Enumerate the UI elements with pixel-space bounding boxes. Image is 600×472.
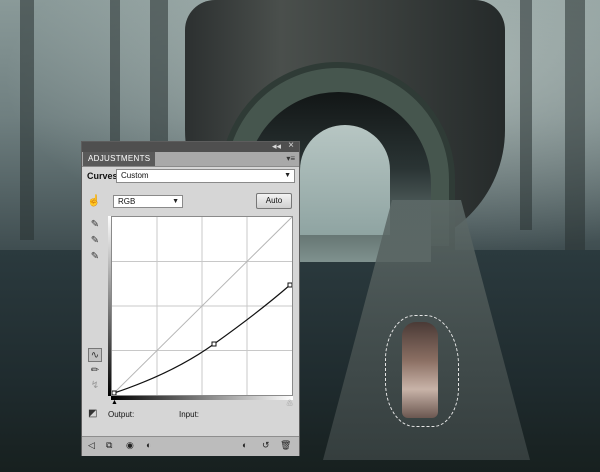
curves-svg (112, 217, 292, 395)
auto-button[interactable]: Auto (256, 193, 292, 209)
panel-bottom-bar: ◁ ⧉ ◉ ◐ ◐ ↺ 🗑 (82, 436, 299, 456)
view-previous-icon[interactable]: ◐ (146, 440, 151, 450)
curve-control-point[interactable] (211, 341, 217, 347)
background-tree (520, 0, 532, 230)
white-point-slider[interactable]: △ (287, 398, 292, 406)
background-tree (565, 0, 585, 250)
chevron-down-icon: ▼ (172, 198, 179, 205)
back-arrow-icon[interactable]: ◁ (88, 440, 95, 451)
background-tree (20, 0, 34, 240)
gray-point-eyedropper-icon[interactable]: ✎ (88, 234, 102, 248)
adjustments-panel: ◂◂ × ADJUSTMENTS ▾≡ Curves Custom ▼ ☝ RG… (81, 140, 300, 456)
channel-value: RGB (118, 197, 136, 206)
clipping-display-icon[interactable]: ◩ (88, 408, 102, 420)
collapse-icon[interactable]: ◂◂ (272, 141, 281, 152)
pencil-icon[interactable]: ✏ (88, 364, 102, 378)
black-point-slider[interactable]: ▲ (111, 399, 118, 406)
layer-clip-icon[interactable]: ⧉ (106, 440, 112, 451)
input-label: Input: (179, 410, 200, 419)
output-label: Output: (108, 410, 135, 419)
channel-dropdown[interactable]: RGB ▼ (113, 195, 183, 208)
close-icon[interactable]: × (288, 140, 294, 151)
arch-light (300, 125, 390, 235)
curve-point-tool-icon[interactable]: ∿ (88, 348, 102, 362)
panel-title-strip[interactable]: ◂◂ × (82, 140, 299, 152)
marching-ants-selection (385, 315, 459, 427)
smooth-curve-icon[interactable]: ↯ (88, 379, 102, 393)
panel-menu-icon[interactable]: ▾≡ (286, 154, 295, 163)
adjustment-name: Curves (87, 171, 118, 181)
curve-end-point[interactable] (287, 282, 292, 288)
curves-graph[interactable] (111, 216, 293, 396)
preset-dropdown[interactable]: Custom ▼ (116, 169, 295, 183)
view-previous-state-icon[interactable]: ◐ (242, 440, 247, 450)
preset-value: Custom (121, 171, 149, 180)
black-point-eyedropper-icon[interactable]: ✎ (88, 218, 102, 232)
curve-start-point[interactable] (112, 390, 117, 395)
targeted-adjustment-icon[interactable]: ☝ (87, 194, 101, 208)
visibility-eye-icon[interactable]: ◉ (126, 440, 134, 451)
white-point-eyedropper-icon[interactable]: ✎ (88, 250, 102, 264)
trash-icon[interactable]: 🗑 (280, 440, 291, 451)
panel-tab-bar: ADJUSTMENTS ▾≡ (82, 152, 299, 167)
reset-icon[interactable]: ↺ (262, 440, 270, 451)
chevron-down-icon: ▼ (284, 172, 291, 179)
tab-adjustments[interactable]: ADJUSTMENTS (83, 152, 156, 166)
input-gradient-bar (111, 396, 293, 400)
